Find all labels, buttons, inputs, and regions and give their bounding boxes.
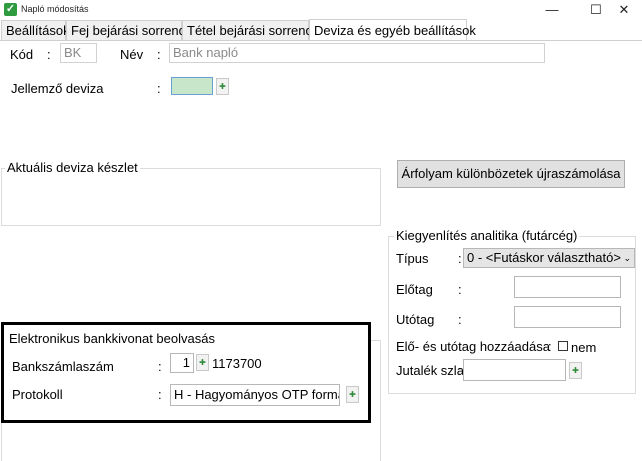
protocol-field[interactable]: H - Hagyományos OTP formátum [170, 384, 340, 406]
commission-field[interactable] [463, 359, 566, 381]
tab-settings[interactable]: Beállítások [1, 20, 70, 40]
account-label: Bankszámlaszám [12, 359, 114, 374]
add-colon: : [548, 339, 552, 354]
prefix-field[interactable] [514, 276, 621, 298]
suffix-field[interactable] [514, 306, 621, 328]
prefix-colon: : [458, 282, 462, 297]
lookup-icon: ✚ [572, 366, 579, 375]
close-button[interactable]: ✕ [606, 0, 642, 20]
type-select[interactable]: 0 - <Futáskor választható> ⌄ [463, 248, 635, 268]
lookup-icon: ✚ [349, 390, 356, 399]
tab-item-order[interactable]: Tétel bejárási sorrend [182, 20, 313, 40]
window-title: Napló módosítás [21, 4, 89, 14]
chevron-down-icon: ⌄ [623, 253, 631, 263]
name-field[interactable]: Bank napló [169, 43, 545, 63]
commission-lookup-button[interactable]: ✚ [569, 362, 582, 379]
currency-label: Jellemző deviza [11, 81, 104, 96]
account-number: 1173700 [212, 356, 262, 371]
account-field[interactable]: 1 [170, 353, 194, 373]
name-label: Név [120, 47, 144, 62]
account-lookup-button[interactable]: ✚ [196, 354, 209, 371]
suffix-colon: : [458, 312, 462, 327]
add-prefix-suffix-value: nem [571, 340, 597, 355]
title-bar: ✓ Napló módosítás — ☐ ✕ [0, 0, 642, 20]
code-colon: : [47, 47, 51, 62]
commission-colon: : [458, 363, 462, 378]
stock-group [1, 168, 381, 226]
app-check-icon: ✓ [4, 3, 17, 16]
settlement-legend: Kiegyenlítés analitika (futárcég) [394, 228, 580, 243]
type-select-value: 0 - <Futáskor választható> [467, 250, 621, 265]
tab-header-order[interactable]: Fej bejárási sorrend [66, 20, 186, 40]
name-colon: : [157, 47, 161, 62]
type-label: Típus [396, 251, 429, 266]
code-field[interactable]: BK [60, 43, 97, 63]
protocol-lookup-button[interactable]: ✚ [346, 386, 359, 403]
protocol-colon: : [158, 387, 162, 402]
minimize-button[interactable]: — [534, 0, 570, 20]
lookup-icon: ✚ [219, 82, 226, 91]
suffix-label: Utótag [396, 312, 435, 327]
prefix-label: Előtag [396, 282, 433, 297]
tab-currency-other[interactable]: Deviza és egyéb beállítások [309, 19, 476, 41]
recalc-exchange-button[interactable]: Árfolyam különbözetek újraszámolása [397, 160, 625, 188]
ebank-legend: Elektronikus bankkivonat beolvasás [7, 331, 217, 346]
type-colon: : [458, 251, 462, 266]
protocol-label: Protokoll [12, 387, 63, 402]
currency-colon: : [157, 81, 161, 96]
currency-field[interactable] [171, 77, 213, 95]
add-prefix-suffix-checkbox[interactable] [558, 341, 568, 351]
stock-legend: Aktuális deviza készlet [5, 160, 140, 175]
account-colon: : [158, 359, 162, 374]
currency-lookup-button[interactable]: ✚ [216, 78, 229, 95]
code-label: Kód [10, 47, 34, 62]
tab-divider [0, 40, 642, 41]
add-prefix-suffix-label: Elő- és utótag hozzáadása [396, 339, 550, 354]
lookup-icon: ✚ [199, 358, 206, 367]
commission-label: Jutalék szla [396, 363, 464, 378]
